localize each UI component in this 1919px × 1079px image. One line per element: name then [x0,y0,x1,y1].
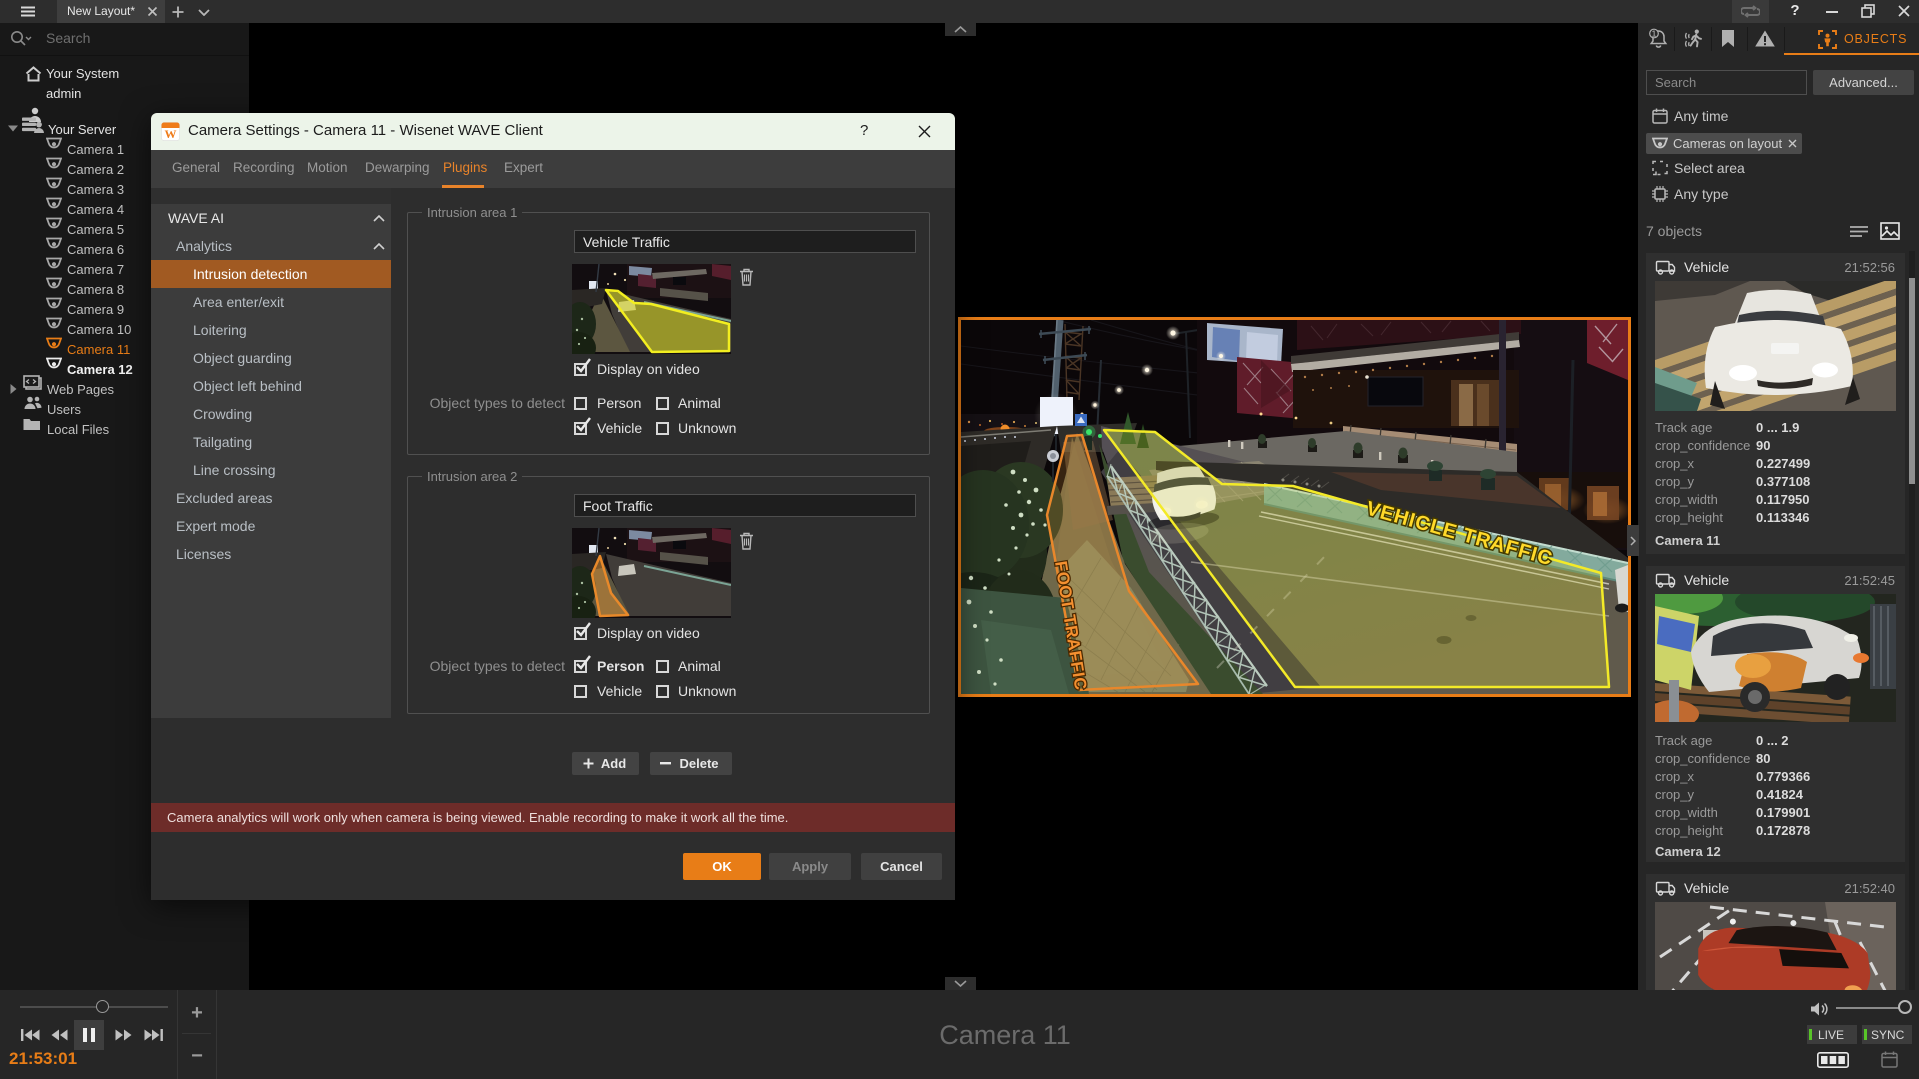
svg-text:1: 1 [1652,29,1657,39]
svg-text:W: W [165,127,177,141]
